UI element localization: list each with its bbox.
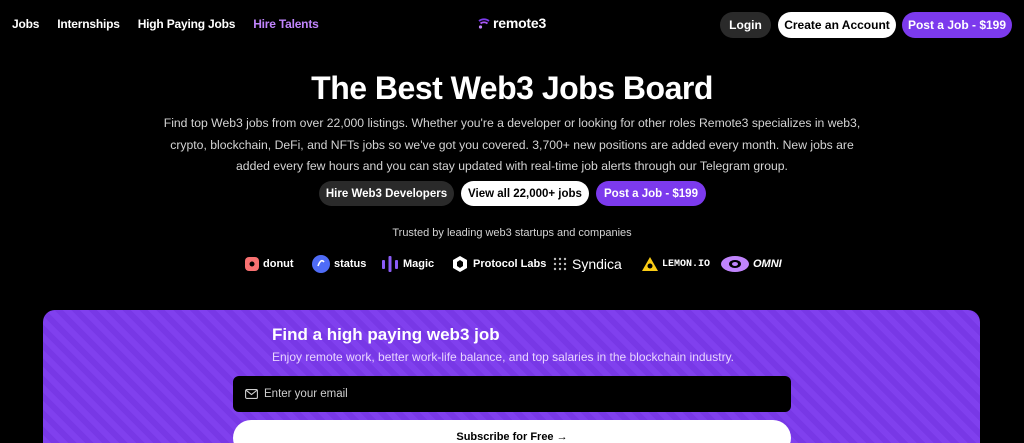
nav-link-high-paying-jobs[interactable]: High Paying Jobs xyxy=(138,17,236,31)
brand-label: LEMON.IO xyxy=(662,258,711,270)
lemon-io-logo-icon xyxy=(642,257,658,271)
magic-logo-icon xyxy=(382,256,398,272)
status-logo-icon xyxy=(312,255,330,273)
mail-icon xyxy=(245,389,258,399)
nav-link-internships[interactable]: Internships xyxy=(57,17,120,31)
signup-subtitle: Enjoy remote work, better work-life bala… xyxy=(272,350,735,364)
trusted-by-text: Trusted by leading web3 startups and com… xyxy=(392,227,632,239)
hero-post-job-button[interactable]: Post a Job - $199 xyxy=(596,181,706,206)
brand-lemon-io: LEMON.IO xyxy=(642,252,710,276)
brand-donut: donut xyxy=(245,252,294,276)
omni-logo-icon xyxy=(721,256,749,272)
logo[interactable]: remote3 xyxy=(478,15,546,31)
email-field-container xyxy=(233,376,791,412)
nav-link-jobs[interactable]: Jobs xyxy=(12,17,39,31)
brand-label: OMNI xyxy=(753,258,782,270)
protocol-labs-logo-icon xyxy=(453,256,467,272)
brand-omni: OMNI xyxy=(721,252,782,276)
brand-syndica: Syndica xyxy=(552,252,622,276)
create-account-button[interactable]: Create an Account xyxy=(778,12,896,38)
brand-status: status xyxy=(312,252,366,276)
brand-magic: Magic xyxy=(381,252,434,276)
brand-protocol-labs: Protocol Labs xyxy=(451,252,546,276)
hero-description: Find top Web3 jobs from over 22,000 list… xyxy=(163,116,861,173)
page-title: The Best Web3 Jobs Board xyxy=(311,70,713,106)
top-navbar: Jobs Internships High Paying Jobs Hire T… xyxy=(0,0,1024,50)
syndica-logo-icon xyxy=(553,257,567,271)
login-button[interactable]: Login xyxy=(720,12,771,38)
brand-label: donut xyxy=(263,258,294,270)
hire-developers-button[interactable]: Hire Web3 Developers xyxy=(319,181,454,206)
subscribe-button[interactable]: Subscribe for Free → xyxy=(233,420,791,443)
nav-link-hire-talents[interactable]: Hire Talents xyxy=(253,17,319,31)
subscribe-label: Subscribe for Free → xyxy=(456,431,568,443)
brand-label: Protocol Labs xyxy=(473,258,547,270)
post-job-button[interactable]: Post a Job - $199 xyxy=(902,12,1012,38)
brand-label: Magic xyxy=(403,258,435,270)
email-input[interactable] xyxy=(264,388,764,400)
wifi-logo-icon xyxy=(478,18,490,29)
view-all-jobs-button[interactable]: View all 22,000+ jobs xyxy=(461,181,589,206)
brand-label: Syndica xyxy=(572,256,622,272)
donut-logo-icon xyxy=(245,257,259,271)
brand-label: status xyxy=(334,258,367,270)
brand-logos: donut status Magic Protocol Labs Syndica… xyxy=(0,252,1024,276)
nav-links: Jobs Internships High Paying Jobs Hire T… xyxy=(12,17,319,31)
logo-text: remote3 xyxy=(493,15,547,31)
signup-title: Find a high paying web3 job xyxy=(272,325,500,344)
